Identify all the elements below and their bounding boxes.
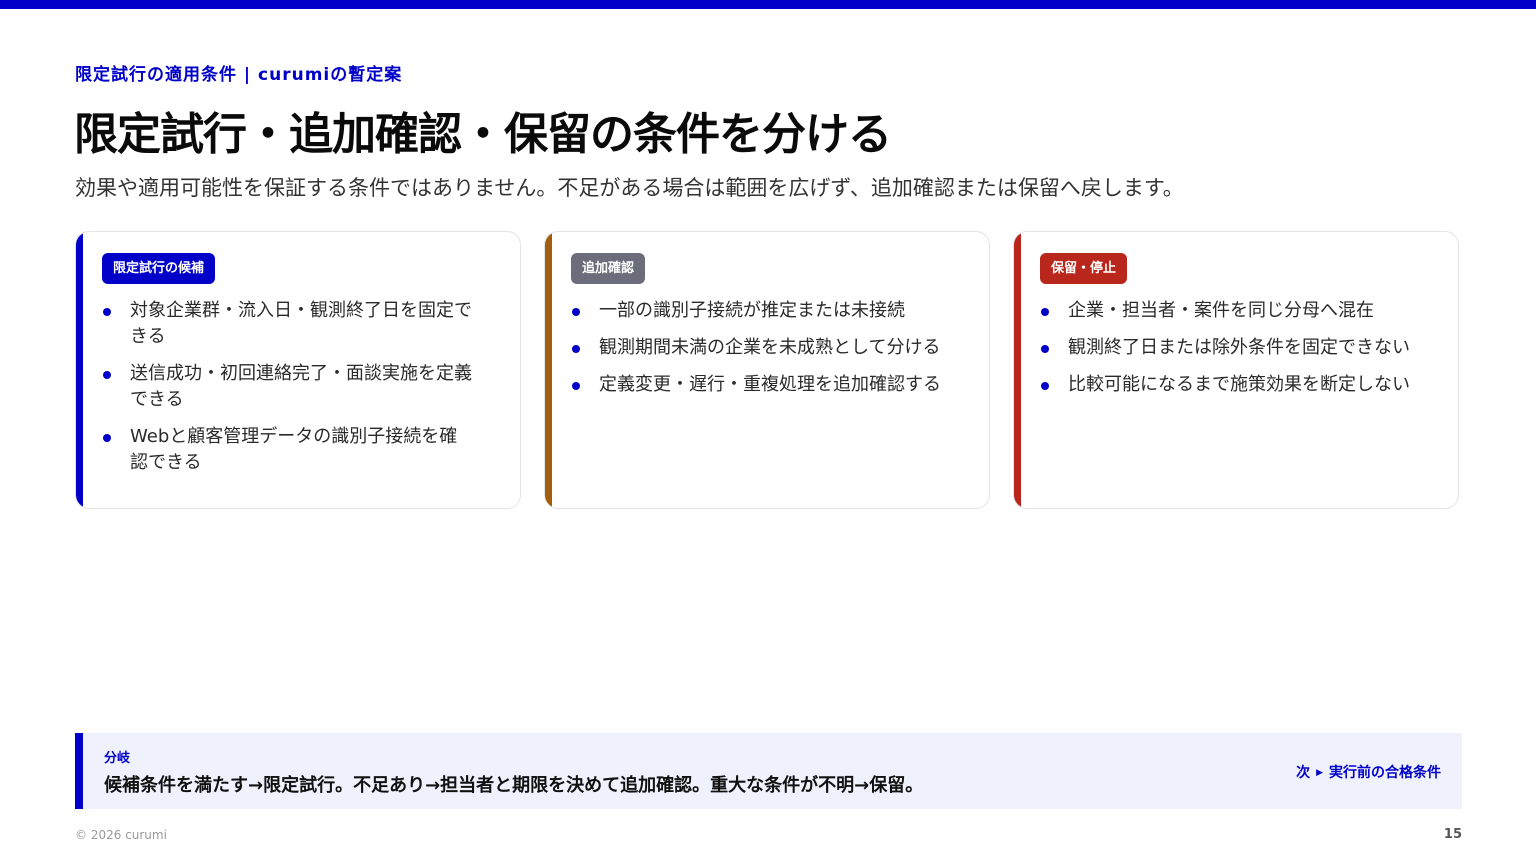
branch-summary-text: 候補条件を満たす→限定試行。不足あり→担当者と期限を決めて追加確認。重大な条件が…	[104, 775, 924, 796]
list-item-text: 定義変更・遅行・重複処理を追加確認する	[599, 374, 941, 395]
list-item-text: 観測終了日または除外条件を固定できない	[1068, 337, 1410, 358]
top-accent-bar	[0, 0, 1536, 9]
bullet-dot-icon	[1041, 382, 1049, 390]
list-item: 観測終了日または除外条件を固定できない	[1040, 335, 1412, 361]
branch-label: 分岐	[104, 751, 131, 766]
list-item: 一部の識別子接続が推定または未接続	[571, 298, 943, 324]
list-item-text: 対象企業群・流入日・観測終了日を固定できる	[130, 300, 472, 347]
next-label: 実行前の合格条件	[1329, 765, 1441, 781]
badge-additional-check: 追加確認	[571, 253, 646, 284]
bullet-dot-icon	[1041, 308, 1049, 316]
list-item: 送信成功・初回連絡完了・面談実施を定義できる	[102, 361, 474, 413]
page-title: 限定試行・追加確認・保留の条件を分ける	[74, 109, 892, 160]
list-item-text: Webと顧客管理データの識別子接続を確認できる	[130, 426, 458, 473]
list-item-text: 送信成功・初回連絡完了・面談実施を定義できる	[130, 363, 472, 410]
triangle-right-icon: ▶	[1316, 768, 1323, 778]
bullet-dot-icon	[572, 382, 580, 390]
list-item: 定義変更・遅行・重複処理を追加確認する	[571, 372, 943, 398]
card-hold-stop-list: 企業・担当者・案件を同じ分母へ混在 観測終了日または除外条件を固定できない 比較…	[1040, 298, 1412, 409]
bullet-dot-icon	[572, 345, 580, 353]
list-item: 比較可能になるまで施策効果を断定しない	[1040, 372, 1412, 398]
page-number: 15	[1443, 827, 1462, 842]
next-slide-link[interactable]: 次 ▶ 実行前の合格条件	[1296, 762, 1441, 782]
bullet-dot-icon	[103, 308, 111, 316]
card-additional-check: 追加確認 一部の識別子接続が推定または未接続 観測期間未満の企業を未成熟として分…	[544, 231, 990, 509]
bullet-dot-icon	[103, 434, 111, 442]
card-limited-trial-list: 対象企業群・流入日・観測終了日を固定できる 送信成功・初回連絡完了・面談実施を定…	[102, 298, 474, 487]
copyright: © 2026 curumi	[75, 828, 167, 842]
bullet-dot-icon	[572, 308, 580, 316]
list-item: 観測期間未満の企業を未成熟として分ける	[571, 335, 943, 361]
next-prefix: 次	[1296, 765, 1311, 781]
list-item: Webと顧客管理データの識別子接続を確認できる	[102, 424, 474, 476]
branch-summary-box: 分岐 候補条件を満たす→限定試行。不足あり→担当者と期限を決めて追加確認。重大な…	[75, 733, 1462, 809]
card-additional-check-list: 一部の識別子接続が推定または未接続 観測期間未満の企業を未成熟として分ける 定義…	[571, 298, 943, 409]
badge-limited-trial: 限定試行の候補	[102, 253, 216, 284]
list-item-text: 一部の識別子接続が推定または未接続	[599, 300, 905, 321]
card-limited-trial: 限定試行の候補 対象企業群・流入日・観測終了日を固定できる 送信成功・初回連絡完…	[75, 231, 521, 509]
list-item: 対象企業群・流入日・観測終了日を固定できる	[102, 298, 474, 350]
page-subtitle: 効果や適用可能性を保証する条件ではありません。不足がある場合は範囲を広げず、追加…	[75, 176, 1184, 200]
badge-hold-stop: 保留・停止	[1040, 253, 1128, 284]
section-eyebrow: 限定試行の適用条件 | curumiの暫定案	[75, 65, 403, 85]
card-hold-stop: 保留・停止 企業・担当者・案件を同じ分母へ混在 観測終了日または除外条件を固定で…	[1013, 231, 1459, 509]
bullet-dot-icon	[1041, 345, 1049, 353]
bullet-dot-icon	[103, 371, 111, 379]
list-item-text: 観測期間未満の企業を未成熟として分ける	[599, 337, 941, 358]
list-item: 企業・担当者・案件を同じ分母へ混在	[1040, 298, 1412, 324]
list-item-text: 比較可能になるまで施策効果を断定しない	[1068, 374, 1410, 395]
list-item-text: 企業・担当者・案件を同じ分母へ混在	[1068, 300, 1374, 321]
